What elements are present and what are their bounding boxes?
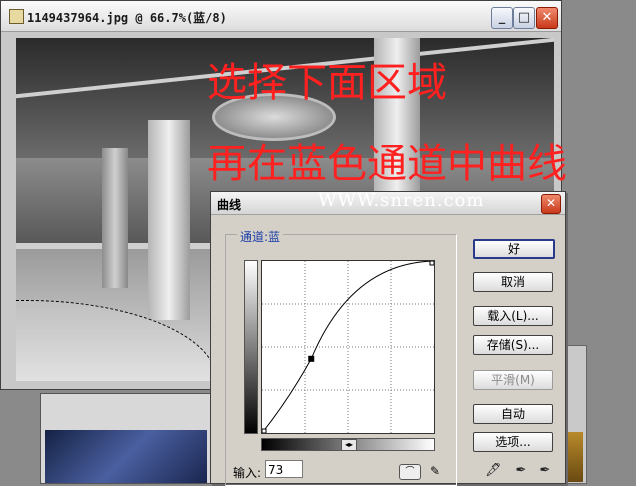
input-field[interactable]: 73 [265, 460, 303, 478]
load-button[interactable]: 载入(L)... [473, 306, 553, 326]
curve-line [262, 261, 434, 433]
curves-dialog: 曲线 ✕ 通道:蓝 ◂▸ 输入: 73 ⌒ ✎ 🖋 ✒ ✒ 好 取消 载入(L)… [210, 191, 566, 486]
annotation-line-1: 选择下面区域 [207, 60, 447, 106]
annotation-line-2: 再在蓝色通道中曲线 [207, 141, 567, 187]
close-button[interactable]: ✕ [536, 7, 558, 29]
document-title: 1149437964.jpg @ 66.7%(蓝/8) [27, 11, 227, 25]
watermark-text: WWW.snren.com [318, 190, 485, 211]
cancel-button[interactable]: 取消 [473, 272, 553, 292]
output-gradient-bar [244, 260, 258, 434]
document-icon [9, 9, 24, 24]
dialog-title: 曲线 [217, 198, 242, 212]
background-window[interactable] [40, 393, 212, 484]
photo-pillar [148, 120, 190, 320]
black-eyedropper-icon[interactable]: 🖋 [485, 464, 502, 478]
curve-mode-icon[interactable]: ⌒ [399, 464, 421, 480]
auto-button[interactable]: 自动 [473, 404, 553, 424]
dialog-close-button[interactable]: ✕ [541, 194, 561, 214]
save-button[interactable]: 存储(S)... [473, 335, 553, 355]
minimize-button[interactable]: _ [491, 7, 513, 29]
pencil-icon[interactable]: ✎ [429, 464, 441, 478]
photo-pillar [102, 148, 128, 288]
ok-button[interactable]: 好 [473, 239, 555, 259]
curve-control-point [308, 355, 315, 362]
smooth-button[interactable]: 平滑(M) [473, 370, 553, 390]
channel-label[interactable]: 通道:蓝 [237, 228, 284, 245]
maximize-button[interactable]: □ [513, 7, 535, 29]
options-button[interactable]: 选项... [473, 432, 553, 452]
document-title-bar[interactable]: 1149437964.jpg @ 66.7%(蓝/8) _ □ ✕ [1, 1, 561, 32]
gray-eyedropper-icon[interactable]: ✒ [515, 464, 527, 478]
curve-endpoint [429, 261, 434, 266]
background-window-image [567, 432, 583, 482]
gradient-toggle-icon[interactable]: ◂▸ [341, 439, 357, 451]
white-eyedropper-icon[interactable]: ✒ [539, 464, 551, 478]
background-window-image [45, 430, 207, 483]
curve-graph[interactable] [261, 260, 435, 434]
input-label: 输入: [233, 466, 262, 480]
curve-endpoint [262, 428, 267, 433]
